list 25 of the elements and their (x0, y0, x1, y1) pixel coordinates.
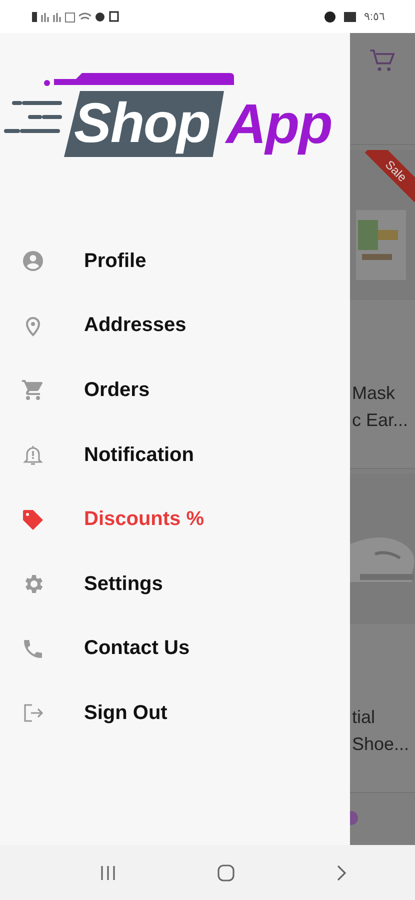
recent-apps-icon[interactable] (98, 864, 116, 880)
menu-item[interactable]: Orders (0, 358, 350, 423)
menu-item[interactable]: Profile (0, 229, 350, 294)
menu-item[interactable]: Discounts % (0, 487, 350, 552)
product-title: Shoe... (351, 733, 410, 756)
product-title: c Ear... (351, 409, 410, 432)
product-card[interactable]: tial Shoe... (350, 474, 415, 793)
menu-item[interactable]: Contact Us (0, 616, 350, 682)
menu-item[interactable]: Addresses (0, 294, 350, 358)
home-icon[interactable] (216, 864, 234, 882)
tag-icon (21, 508, 45, 532)
cart-icon (21, 378, 45, 402)
profile-icon (21, 249, 45, 274)
menu-item[interactable]: Settings (0, 552, 350, 617)
wifi-icon (79, 12, 91, 22)
menu-item[interactable]: Sign Out (0, 681, 350, 746)
clock-time: ٩:٥٦ (364, 10, 385, 23)
signal-icon (53, 10, 61, 22)
signal-icon (41, 10, 49, 22)
menu-item[interactable]: Notification (0, 422, 350, 488)
bell-alert-icon (21, 443, 45, 468)
back-icon[interactable] (334, 864, 346, 880)
logo-text: Shop (64, 91, 224, 157)
product-title: Mask (351, 382, 396, 405)
product-title: tial (351, 706, 376, 729)
